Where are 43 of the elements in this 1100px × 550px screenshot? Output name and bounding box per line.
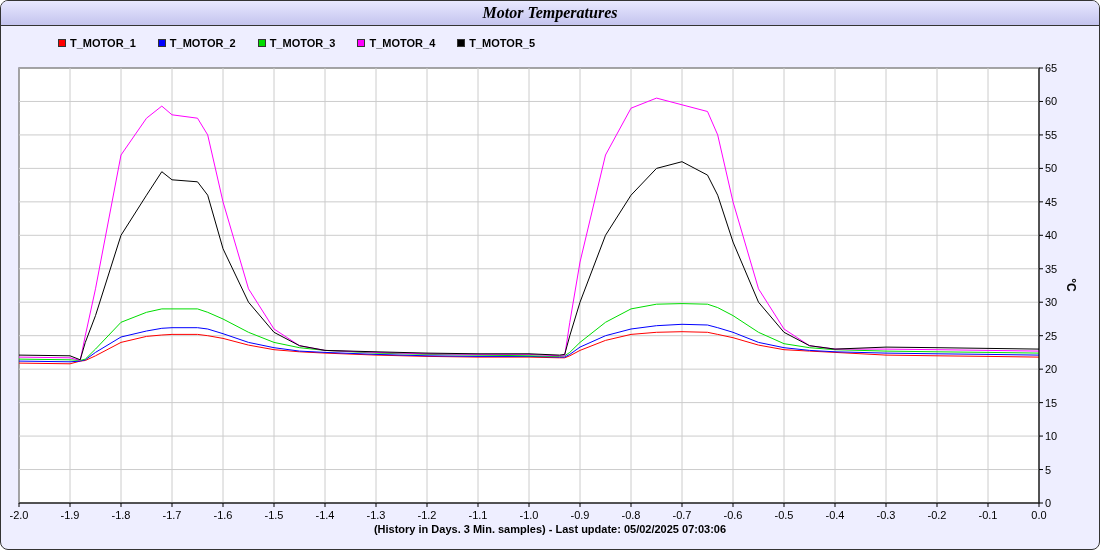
- tick-label: 15: [1045, 396, 1058, 409]
- tick-label: -1.8: [111, 509, 131, 520]
- legend-label: T_MOTOR_3: [269, 35, 336, 51]
- tick-label: -1.9: [60, 509, 80, 520]
- tick-label: -0.9: [570, 509, 590, 520]
- tick-label: 20: [1045, 363, 1058, 376]
- tick-label: 60: [1045, 95, 1058, 108]
- tick-label: -0.6: [723, 509, 743, 520]
- tick-label: 10: [1045, 430, 1058, 443]
- tick-label: 0: [1045, 497, 1052, 509]
- tick-label: -2.0: [9, 509, 29, 520]
- tick-label: 65: [1045, 62, 1058, 74]
- axis-label: °C: [1064, 278, 1078, 292]
- tick-label: 35: [1045, 262, 1058, 275]
- tick-label: 30: [1045, 296, 1058, 309]
- tick-label: 40: [1045, 229, 1058, 242]
- axis-label: (History in Days. 3 Min. samples) - Last update: 05/02/2025 07:03:06: [373, 522, 727, 537]
- tick-label: -0.5: [774, 509, 794, 520]
- legend-label: T_MOTOR_1: [70, 35, 136, 51]
- legend-label: T_MOTOR_2: [169, 35, 236, 51]
- legend-label: T_MOTOR_5: [469, 35, 536, 51]
- tick-label: 5: [1045, 463, 1052, 476]
- tick-label: 0.0: [1031, 509, 1047, 520]
- window-title: Motor Temperatures: [482, 3, 618, 24]
- tick-label: -1.3: [366, 509, 386, 520]
- tick-label: -1.5: [264, 509, 284, 520]
- tick-label: -0.2: [927, 509, 947, 520]
- tick-label: -1.1: [468, 509, 488, 520]
- tick-label: -0.8: [621, 509, 641, 520]
- tick-label: 50: [1045, 162, 1058, 175]
- tick-label: -0.4: [825, 509, 845, 520]
- tick-label: -0.1: [978, 509, 998, 520]
- tick-label: -1.4: [315, 509, 335, 520]
- tick-label: -1.7: [162, 509, 182, 520]
- tick-label: -0.7: [672, 509, 692, 520]
- tick-label: 45: [1045, 195, 1058, 208]
- tick-label: -0.3: [876, 509, 896, 520]
- tick-label: -1.0: [519, 509, 539, 520]
- legend-label: T_MOTOR_4: [369, 35, 436, 51]
- tick-label: 25: [1045, 329, 1058, 342]
- tick-label: -1.6: [213, 509, 233, 520]
- tick-label: 55: [1045, 128, 1058, 141]
- tick-label: -1.2: [417, 509, 437, 520]
